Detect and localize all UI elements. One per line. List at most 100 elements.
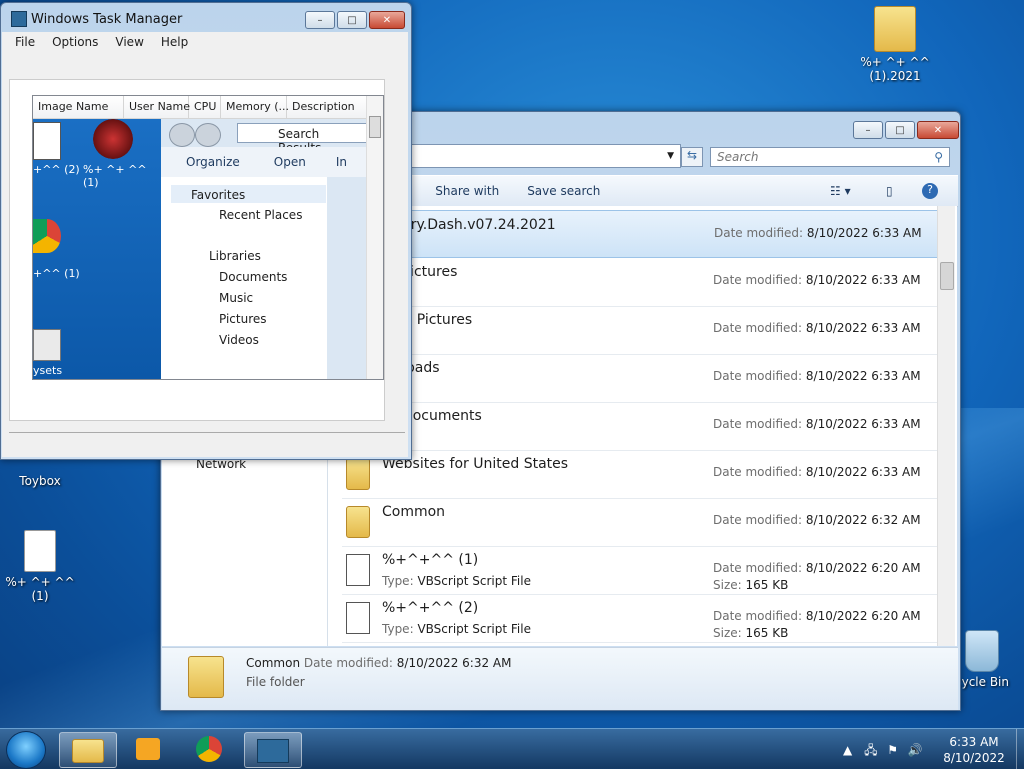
forward-icon — [195, 123, 221, 147]
column-cpu[interactable]: CPU — [189, 96, 221, 118]
file-date-modified: Date modified: 8/10/2022 6:33 AM — [713, 369, 921, 383]
file-name: %+^+^^ (2) — [382, 600, 479, 616]
process-list-scrollbar[interactable] — [366, 96, 383, 379]
file-date-modified: Date modified: 8/10/2022 6:33 AM — [713, 465, 921, 479]
file-row[interactable]: lic Documents Date modified: 8/10/2022 6:… — [342, 402, 938, 451]
vbs-file-icon — [33, 122, 61, 160]
date-modified-value: 8/10/2022 6:20 AM — [805, 609, 921, 623]
date-modified-label: Date modified: — [714, 226, 804, 240]
desktop-icon-folder[interactable]: %+ ^+ ^^ (1).2021 — [855, 6, 935, 83]
chevron-down-icon[interactable]: ▼ — [667, 151, 674, 161]
date-modified-label: Date modified: — [713, 561, 803, 575]
document-icon — [24, 530, 56, 572]
explorer-window-controls: – □ ✕ — [853, 121, 959, 139]
vbscript-file-icon — [346, 554, 370, 586]
file-type: Type: VBScript Script File — [382, 622, 531, 636]
file-type: Type: VBScript Script File — [382, 574, 531, 588]
share-with-button[interactable]: Share with — [435, 184, 499, 198]
open-button: Open — [273, 155, 306, 169]
preview-pane-icon[interactable]: ▯ — [886, 184, 893, 198]
maximize-button[interactable]: □ — [337, 11, 367, 29]
date-modified-label: Date modified: — [713, 609, 803, 623]
date-modified-label: Date modified: — [713, 417, 803, 431]
details-date-label: Date modified: — [303, 656, 393, 670]
column-user-name[interactable]: User Name — [124, 96, 190, 118]
file-row[interactable]: Common Date modified: 8/10/2022 6:32 AM — [342, 498, 938, 547]
taskbar-media-player[interactable] — [120, 732, 176, 766]
preview-nav-pane: Favorites Recent Places Libraries Docume… — [161, 177, 327, 379]
task-manager-window[interactable]: Windows Task Manager – □ ✕ File Options … — [0, 2, 412, 460]
scrollbar-thumb[interactable] — [940, 262, 954, 290]
help-icon[interactable]: ? — [922, 183, 938, 199]
menu-view[interactable]: View — [115, 35, 143, 49]
organize-button: Organize — [186, 155, 240, 169]
folder-icon — [346, 458, 370, 490]
taskbar-explorer[interactable] — [59, 732, 117, 768]
app-icon — [93, 119, 133, 159]
minimize-button[interactable]: – — [305, 11, 335, 29]
taskbar-task-manager[interactable] — [244, 732, 302, 768]
search-placeholder: Search — [717, 150, 759, 164]
clock[interactable]: 6:33 AM 8/10/2022 — [934, 734, 1014, 766]
chrome-icon — [196, 736, 222, 762]
taskbar-chrome[interactable] — [181, 732, 237, 766]
details-pane: Common Date modified: 8/10/2022 6:32 AM … — [162, 647, 958, 710]
volume-icon[interactable]: 🔊 — [908, 743, 923, 757]
folder-icon — [874, 6, 916, 52]
tray-expand-icon[interactable]: ▲ — [843, 743, 852, 757]
scrollbar-thumb[interactable] — [369, 116, 381, 138]
file-date-modified: Date modified: 8/10/2022 6:20 AM — [713, 609, 921, 623]
start-button[interactable] — [6, 731, 46, 769]
column-memory[interactable]: Memory (... — [221, 96, 289, 118]
close-button[interactable]: ✕ — [917, 121, 959, 139]
file-row[interactable]: %+^+^^ (2) Type: VBScript Script File Date… — [342, 594, 938, 643]
file-row[interactable]: %+^+^^ (1) Type: VBScript Script File Date… — [342, 546, 938, 595]
date-modified-value: 8/10/2022 6:32 AM — [805, 513, 921, 527]
clock-date: 8/10/2022 — [943, 751, 1005, 765]
show-desktop-button[interactable] — [1016, 729, 1024, 769]
file-row[interactable]: wnloadsDate modified: 8/10/2022 6:33 AM — [342, 354, 938, 403]
task-manager-window-controls: – □ ✕ — [305, 11, 405, 29]
menu-help[interactable]: Help — [161, 35, 188, 49]
action-center-icon[interactable]: ⚑ — [887, 743, 898, 757]
column-image-name[interactable]: Image Name — [33, 96, 124, 118]
file-type-value: VBScript Script File — [417, 622, 531, 636]
chrome-icon — [33, 219, 61, 253]
file-type-label: Type: — [382, 574, 414, 588]
file-row[interactable]: metry.Dash.v07.24.2021 Date modified: 8/1… — [342, 210, 938, 258]
menu-options[interactable]: Options — [52, 35, 98, 49]
clock-time: 6:33 AM — [949, 735, 999, 749]
network-icon[interactable]: 🖧 — [864, 743, 877, 757]
minimize-button[interactable]: – — [853, 121, 883, 139]
close-button[interactable]: ✕ — [369, 11, 405, 29]
column-description[interactable]: Description — [287, 96, 366, 118]
system-tray: ▲ 🖧 ⚑ 🔊 — [843, 741, 923, 762]
file-row[interactable]: lic Pictures Date modified: 8/10/2022 6:3… — [342, 258, 938, 307]
refresh-icon[interactable]: ⇆ — [681, 147, 703, 167]
date-modified-value: 8/10/2022 6:33 AM — [805, 417, 921, 431]
task-manager-icon — [257, 739, 289, 763]
nav-music: Music — [219, 291, 254, 305]
save-search-button[interactable]: Save search — [527, 184, 600, 198]
view-options-icon[interactable]: ☷ ▾ — [830, 184, 851, 198]
nav-recent: Recent Places — [219, 208, 303, 222]
preview-desktop: +^^ (2) %+ ^+ ^^ (1) +^^ (1) ysets — [33, 119, 161, 379]
menu-bar: File Options View Help — [2, 32, 408, 52]
maximize-button[interactable]: □ — [885, 121, 915, 139]
process-list[interactable]: Image Name User Name CPU Memory (... Des… — [32, 95, 384, 380]
nav-documents: Documents — [219, 270, 288, 284]
date-modified-value: 8/10/2022 6:33 AM — [805, 273, 921, 287]
file-size-value: 165 KB — [745, 626, 789, 640]
recycle-bin-icon — [965, 630, 999, 672]
preview-label: +^^ (2) — [33, 163, 80, 176]
file-row[interactable]: nple Pictures Date modified: 8/10/2022 6:… — [342, 306, 938, 355]
menu-file[interactable]: File — [15, 35, 35, 49]
file-list-scrollbar[interactable] — [937, 206, 955, 646]
search-input[interactable]: Search ⚲ — [710, 147, 950, 167]
search-icon[interactable]: ⚲ — [934, 150, 943, 164]
media-player-icon — [136, 738, 160, 760]
file-date-modified: Date modified: 8/10/2022 6:33 AM — [713, 417, 921, 431]
preview-explorer: Search Results Organize Open In Favorite… — [161, 119, 367, 379]
file-row[interactable]: Websites for United States Date modified:… — [342, 450, 938, 499]
desktop-icon-doc[interactable]: %+ ^+ ^^ (1) — [0, 530, 80, 603]
